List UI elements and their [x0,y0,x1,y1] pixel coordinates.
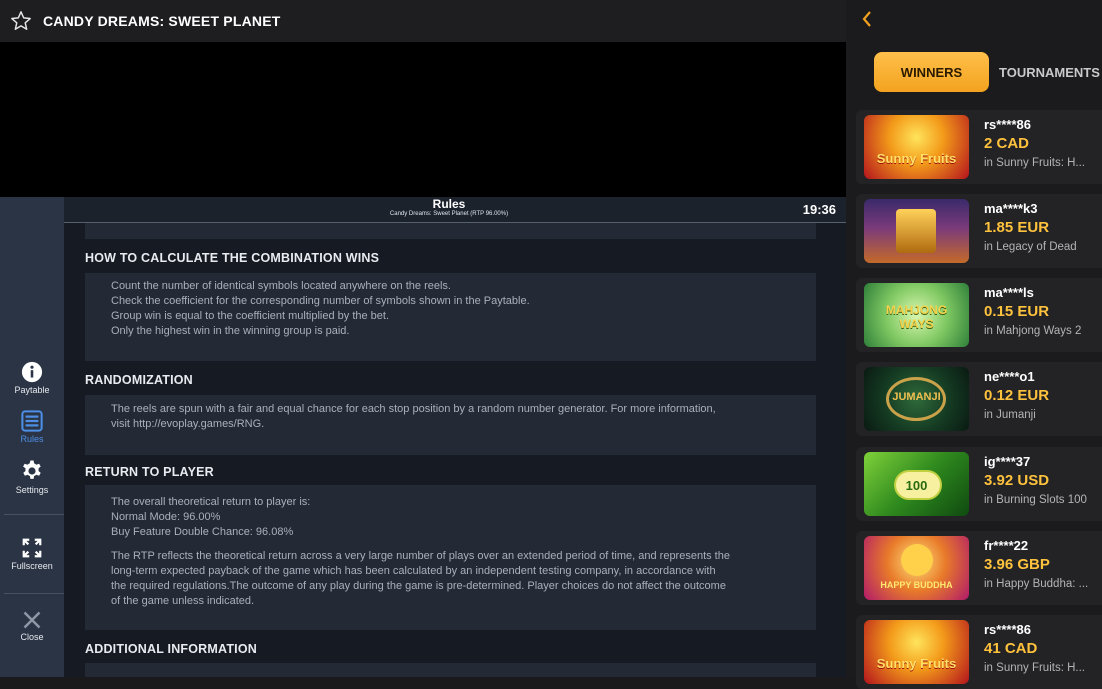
rules-subtitle: Candy Dreams: Sweet Planet (RTP 96.00%) [389,211,509,217]
star-icon[interactable] [10,10,32,32]
winner-row[interactable]: Sunny Fruits rs****86 2 CAD in Sunny Fru… [856,110,1102,184]
section-heading: RANDOMIZATION [85,373,193,387]
rule-line: Count the number of identical symbols lo… [111,280,451,292]
winner-amount: 0.12 EUR [984,387,1050,404]
rules-header: Rules Candy Dreams: Sweet Planet (RTP 96… [64,197,846,223]
rule-line: long-term expected payback of the game w… [111,565,716,577]
winners-sidebar: WINNERS TOURNAMENTS Sunny Fruits rs****8… [846,0,1102,689]
winner-amount: 2 CAD [984,135,1030,152]
game-thumbnail: Sunny Fruits [864,115,969,179]
game-side-menu: Paytable Rules Settings Fullscreen Close [0,197,64,677]
rule-line: Group win is equal to the coefficient mu… [111,310,390,322]
rule-line: Check the coefficient for the correspond… [111,295,530,307]
winner-amount: 41 CAD [984,640,1038,657]
menu-item-fullscreen[interactable]: Fullscreen [0,537,64,571]
winner-row[interactable]: MAHJONG WAYS ma****ls 0.15 EUR in Mahjong… [856,278,1102,352]
rule-box [85,663,816,677]
rule-line: The reels are spun with a fair and equal… [111,403,716,415]
menu-label-settings: Settings [15,485,49,495]
gear-icon [23,460,41,479]
rule-line: the required regulations.The outcome of … [111,580,726,592]
menu-label-close: Close [20,632,44,642]
game-thumbnail: JUMANJI [864,367,969,431]
info-icon [21,361,43,383]
menu-item-close[interactable]: Close [0,610,64,642]
menu-label-paytable: Paytable [14,385,50,395]
winner-game: in Sunny Fruits: H... [984,157,1085,169]
game-thumbnail: HAPPY BUDDHA [864,536,969,600]
winner-game: in Sunny Fruits: H... [984,662,1085,674]
rule-box: The overall theoretical return to player… [85,485,816,630]
clock: 19:36 [802,202,836,217]
winner-game: in Jumanji [984,409,1036,421]
winner-username: fr****22 [984,538,1029,553]
game-thumbnail: Sunny Fruits [864,620,969,684]
menu-label-rules: Rules [20,434,44,444]
winner-username: rs****86 [984,117,1031,132]
section-heading: ADDITIONAL INFORMATION [85,642,257,656]
rules-title: Rules [432,197,466,211]
rule-line: Buy Feature Double Chance: 96.08% [111,526,294,538]
game-title: CANDY DREAMS: SWEET PLANET [43,13,281,29]
menu-item-paytable[interactable]: Paytable [0,361,64,395]
game-thumbnail: 100 [864,452,969,516]
rule-box: The reels are spun with a fair and equal… [85,395,816,455]
game-thumbnail: MAHJONG WAYS [864,283,969,347]
rule-line: Normal Mode: 96.00% [111,511,221,523]
close-icon [23,611,41,629]
winner-username: ne****o1 [984,369,1035,384]
winner-username: ig****37 [984,454,1031,469]
winner-amount: 3.92 USD [984,472,1050,489]
winner-game: in Legacy of Dead [984,241,1077,253]
section-heading: HOW TO CALCULATE THE COMBINATION WINS [85,251,380,265]
tab-winners[interactable]: WINNERS [874,52,989,92]
chevron-left-icon[interactable] [860,10,874,28]
menu-item-rules[interactable]: Rules [0,410,64,444]
game-header: CANDY DREAMS: SWEET PLANET [0,0,846,42]
section-heading: RETURN TO PLAYER [85,465,214,479]
list-icon [21,410,43,432]
winner-row[interactable]: 100 ig****37 3.92 USD in Burning Slots 1… [856,447,1102,521]
rule-box: Count the number of identical symbols lo… [85,273,816,361]
winner-game: in Happy Buddha: ... [984,578,1089,590]
menu-item-settings[interactable]: Settings [0,459,64,495]
winner-row[interactable]: HAPPY BUDDHA fr****22 3.96 GBP in Happy … [856,531,1102,605]
fullscreen-icon [22,538,42,558]
winner-game: in Burning Slots 100 [984,494,1087,506]
rule-box [85,223,816,239]
winner-amount: 0.15 EUR [984,303,1050,320]
winner-game: in Mahjong Ways 2 [984,325,1082,337]
menu-label-fullscreen: Fullscreen [11,561,53,571]
rule-line: Only the highest win in the winning grou… [111,325,350,337]
winner-username: ma****k3 [984,201,1038,216]
winner-amount: 3.96 GBP [984,556,1050,573]
winner-username: rs****86 [984,622,1031,637]
rule-line: The RTP reflects the theoretical return … [111,550,730,562]
winner-row[interactable]: JUMANJI ne****o1 0.12 EUR in Jumanji [856,362,1102,436]
game-thumbnail [864,199,969,263]
tab-tournaments[interactable]: TOURNAMENTS [999,52,1100,92]
menu-divider [4,593,64,594]
winner-amount: 1.85 EUR [984,219,1050,236]
winner-row[interactable]: Sunny Fruits rs****86 41 CAD in Sunny Fr… [856,615,1102,689]
winner-row[interactable]: ma****k3 1.85 EUR in Legacy of Dead [856,194,1102,268]
rule-line: of the game unless indicated. [111,595,255,607]
rule-line: visit http://evoplay.games/RNG. [111,418,265,430]
rule-line: The overall theoretical return to player… [111,496,311,508]
rules-content[interactable]: HOW TO CALCULATE THE COMBINATION WINS Co… [64,223,846,677]
menu-divider [4,514,64,515]
winner-username: ma****ls [984,285,1034,300]
